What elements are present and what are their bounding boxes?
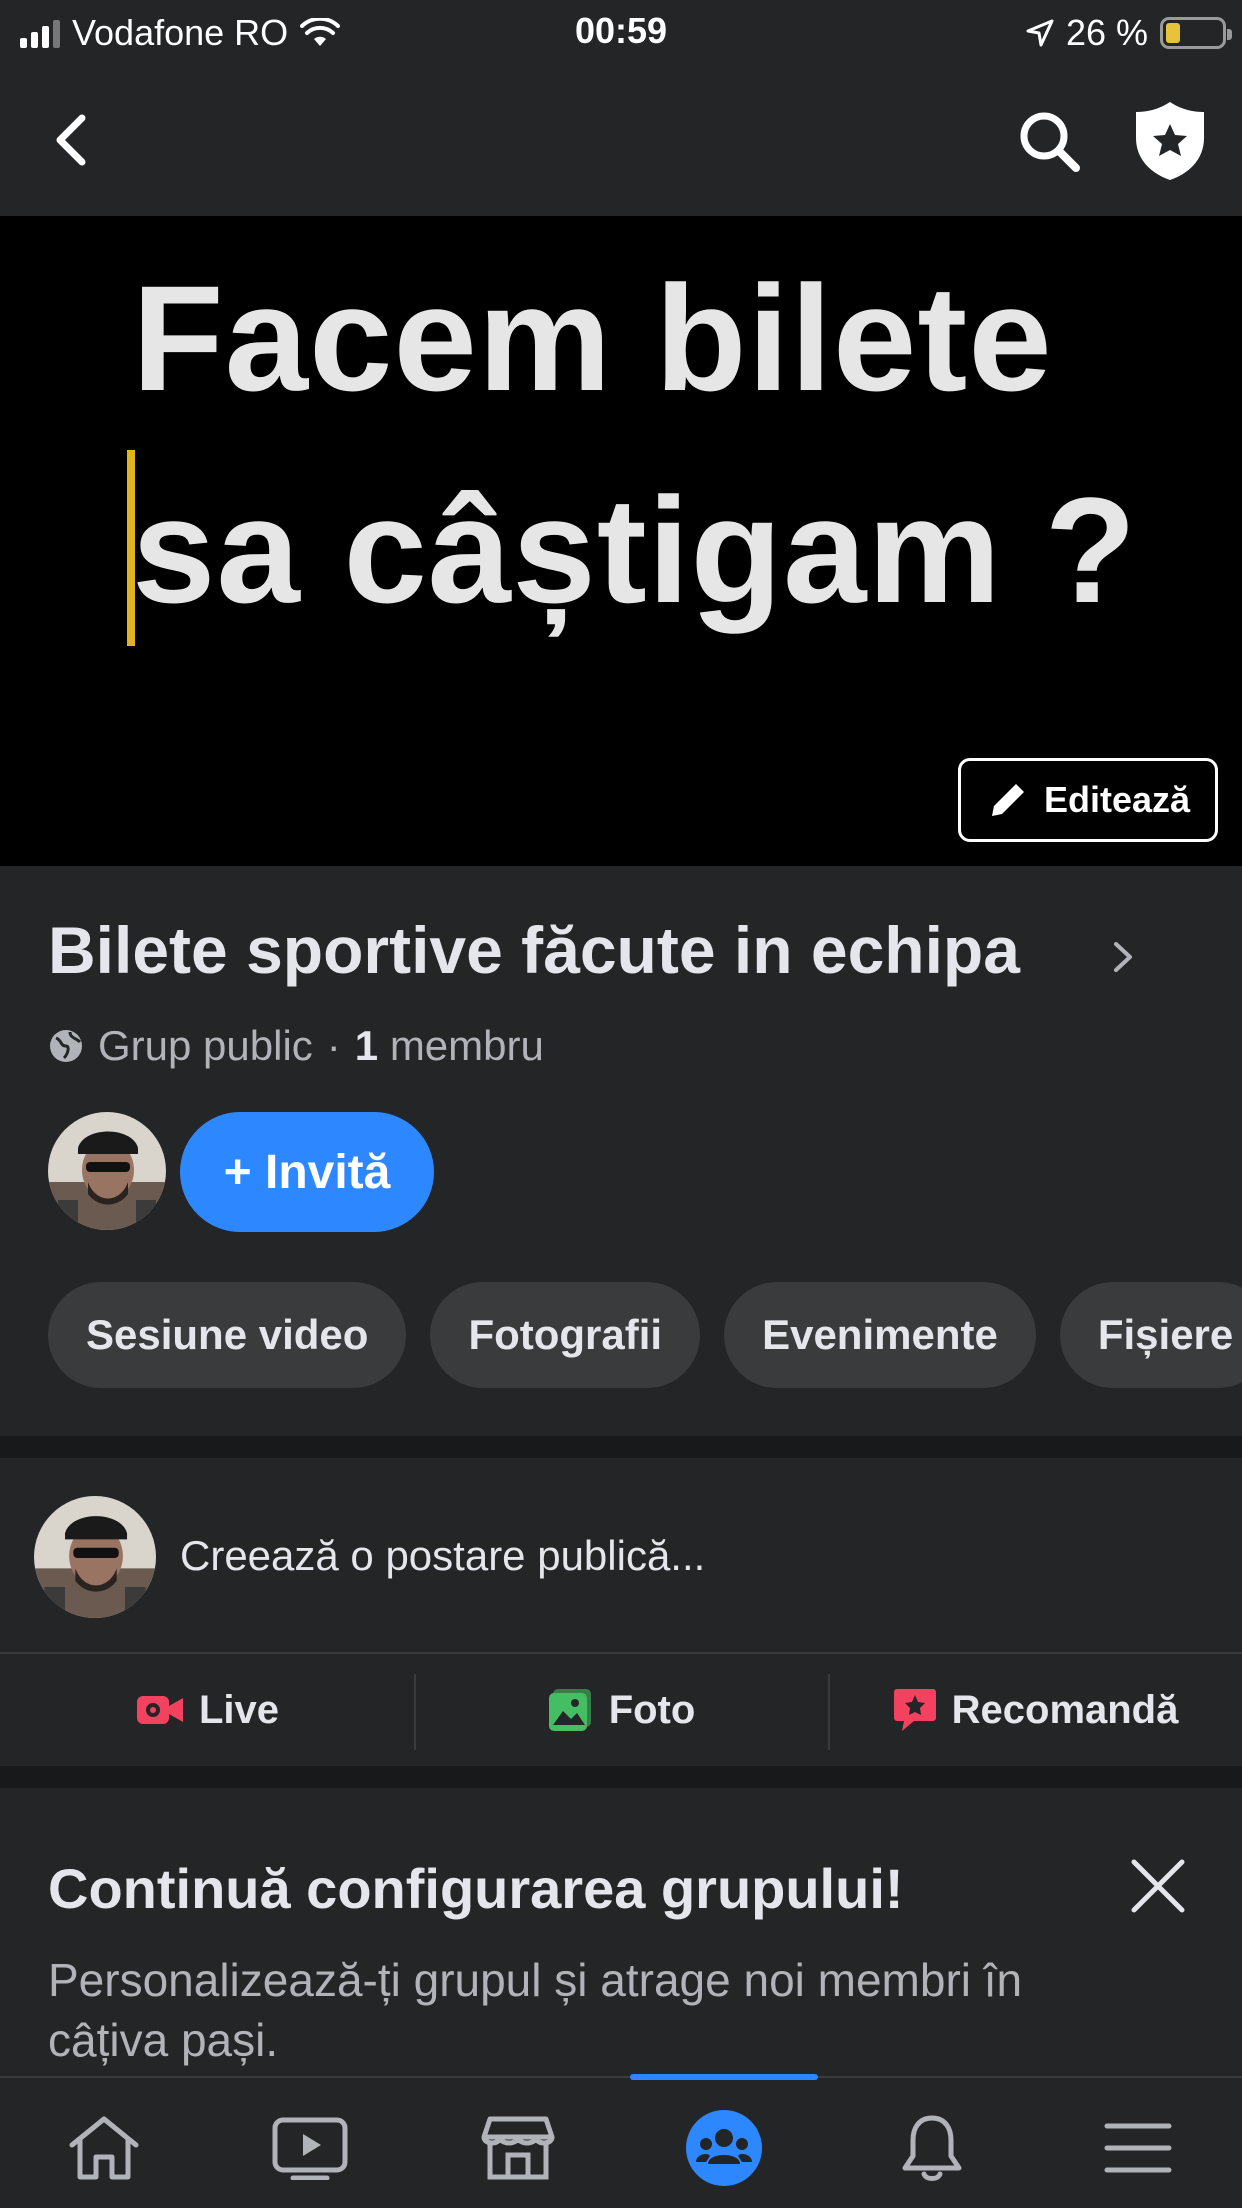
section-divider bbox=[0, 1766, 1242, 1788]
photo-button[interactable]: Foto bbox=[414, 1654, 828, 1766]
admin-shield-icon[interactable] bbox=[1130, 98, 1210, 184]
battery-icon bbox=[1160, 17, 1232, 49]
tab-groups[interactable] bbox=[684, 2108, 764, 2188]
live-label: Live bbox=[198, 1687, 280, 1732]
meta-separator: · bbox=[326, 1022, 341, 1069]
recommend-label: Recomandă bbox=[951, 1687, 1179, 1732]
live-button[interactable]: Live bbox=[0, 1654, 414, 1766]
invite-button[interactable]: + Invită bbox=[180, 1112, 434, 1232]
status-bar: Vodafone RO 00:59 26 % bbox=[0, 0, 1242, 62]
tab-watch[interactable] bbox=[270, 2108, 350, 2188]
member-avatar[interactable] bbox=[48, 1112, 166, 1230]
edit-cover-label: Editează bbox=[1043, 779, 1191, 820]
group-name[interactable]: Bilete sportive făcute in echipa bbox=[48, 912, 1020, 988]
avatar-photo bbox=[34, 1496, 156, 1618]
setup-card-title: Continuă configurarea grupului! bbox=[48, 1857, 904, 1920]
edit-cover-button[interactable]: Editează bbox=[958, 758, 1218, 842]
avatar-photo bbox=[48, 1112, 166, 1230]
tab-marketplace[interactable] bbox=[478, 2108, 558, 2188]
live-video-icon bbox=[136, 1696, 183, 1724]
group-tabs: Sesiune video Fotografii Evenimente Fiși… bbox=[48, 1282, 1242, 1388]
watch-icon bbox=[272, 2117, 348, 2180]
menu-icon bbox=[1104, 2123, 1172, 2173]
composer-actions: Live Foto Recomandă bbox=[0, 1654, 1242, 1766]
top-nav bbox=[0, 62, 1242, 216]
recommend-button[interactable]: Recomandă bbox=[828, 1654, 1242, 1766]
marketplace-icon bbox=[481, 2116, 555, 2180]
group-meta: Grup public · 1 membru bbox=[48, 1022, 544, 1070]
pencil-icon bbox=[991, 784, 1024, 816]
recommend-icon bbox=[893, 1689, 936, 1731]
photo-label: Foto bbox=[608, 1687, 696, 1732]
active-tab-indicator bbox=[630, 2074, 818, 2080]
chip-video-session[interactable]: Sesiune video bbox=[48, 1282, 407, 1388]
group-privacy: Grup public bbox=[98, 1022, 313, 1069]
home-icon bbox=[69, 2116, 139, 2180]
battery-percent: 26 % bbox=[1065, 12, 1148, 53]
tab-notifications[interactable] bbox=[892, 2108, 972, 2188]
chip-files[interactable]: Fișiere bbox=[1059, 1282, 1242, 1388]
globe-icon bbox=[50, 1030, 82, 1062]
search-icon[interactable] bbox=[1010, 102, 1090, 182]
chevron-right-icon[interactable] bbox=[1108, 936, 1138, 978]
photo-icon bbox=[548, 1689, 591, 1731]
tab-home[interactable] bbox=[64, 2108, 144, 2188]
member-count: 1 bbox=[354, 1022, 379, 1069]
back-chevron-icon[interactable] bbox=[44, 108, 100, 172]
location-arrow-icon bbox=[1026, 19, 1054, 47]
member-label: membru bbox=[389, 1022, 544, 1069]
cover-text-line-2: sa câștigam ? bbox=[132, 466, 1138, 634]
notifications-icon bbox=[902, 2115, 962, 2181]
cover-photo[interactable]: Facem bilete sa câștigam ? Editează bbox=[0, 216, 1242, 866]
chip-photos[interactable]: Fotografii bbox=[430, 1282, 701, 1388]
cover-text-line-1: Facem bilete bbox=[132, 254, 1053, 422]
create-post-input[interactable]: Creează o postare publică... bbox=[180, 1532, 705, 1580]
bottom-tab-bar bbox=[0, 2076, 1242, 2208]
section-divider bbox=[0, 1436, 1242, 1458]
setup-card-description: Personalizează-ți grupul și atrage noi m… bbox=[48, 1954, 1023, 2066]
chip-events[interactable]: Evenimente bbox=[724, 1282, 1036, 1388]
composer-avatar[interactable] bbox=[34, 1496, 156, 1618]
close-icon[interactable] bbox=[1126, 1854, 1190, 1918]
tab-menu[interactable] bbox=[1098, 2108, 1178, 2188]
groups-icon bbox=[686, 2110, 762, 2186]
